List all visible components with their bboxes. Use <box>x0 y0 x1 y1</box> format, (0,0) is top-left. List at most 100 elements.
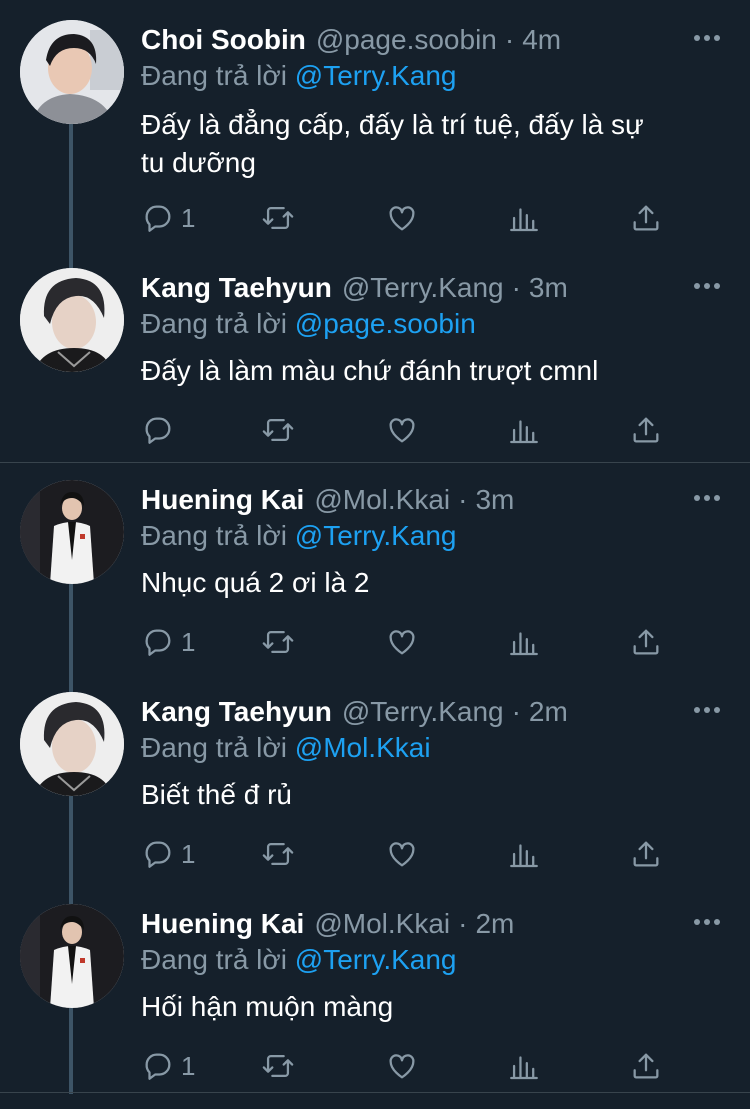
replying-to: Đang trả lời @page.soobin <box>141 308 476 340</box>
separator-dot: · <box>458 484 468 515</box>
avatar[interactable] <box>20 20 124 124</box>
tweet-text: Biết thế đ rủ <box>141 776 721 814</box>
action-bar: 1 <box>141 624 661 660</box>
reply-count: 1 <box>181 626 196 657</box>
avatar[interactable] <box>20 480 124 584</box>
divider <box>0 1092 750 1093</box>
like-button[interactable] <box>385 836 419 872</box>
retweet-button[interactable] <box>261 836 295 872</box>
replying-to-label: Đang trả lời <box>141 308 287 339</box>
avatar-image <box>20 20 124 124</box>
display-name[interactable]: Choi Soobin <box>141 24 306 56</box>
divider <box>0 462 750 463</box>
heart-icon <box>389 418 415 443</box>
replying-to: Đang trả lời @Mol.Kkai <box>141 732 431 764</box>
reply-icon <box>145 841 171 868</box>
share-button[interactable] <box>629 412 663 448</box>
share-button[interactable] <box>629 836 663 872</box>
tweet-text-line: Đấy là làm màu chứ đánh trượt cmnl <box>141 355 599 386</box>
avatar[interactable] <box>20 268 124 372</box>
mention-link[interactable]: @Terry.Kang <box>295 60 457 91</box>
share-button[interactable] <box>629 200 663 236</box>
action-bar: 1 <box>141 1048 661 1084</box>
mention-link[interactable]: @Terry.Kang <box>295 520 457 551</box>
reply-button[interactable] <box>141 412 181 448</box>
timestamp[interactable]: 3m <box>529 272 568 304</box>
thread-line <box>69 1008 73 1094</box>
like-button[interactable] <box>385 200 419 236</box>
retweet-icon <box>262 630 294 654</box>
handle[interactable]: @Terry.Kang <box>342 696 504 728</box>
tweet-text: Đấy là làm màu chứ đánh trượt cmnl <box>141 352 721 390</box>
analytics-button[interactable] <box>507 624 541 660</box>
analytics-icon <box>510 420 538 444</box>
retweet-button[interactable] <box>261 412 295 448</box>
mention-link[interactable]: @Mol.Kkai <box>295 732 431 763</box>
more-options-icon[interactable] <box>694 494 720 502</box>
avatar[interactable] <box>20 692 124 796</box>
more-options-icon[interactable] <box>694 706 720 714</box>
reply-count: 1 <box>181 202 196 233</box>
tweet-text: Hối hận muộn màng <box>141 988 721 1026</box>
timestamp[interactable]: 4m <box>522 24 561 56</box>
reply-button[interactable]: 1 <box>141 624 195 660</box>
display-name[interactable]: Kang Taehyun <box>141 696 332 728</box>
reply-icon <box>145 205 171 232</box>
like-button[interactable] <box>385 624 419 660</box>
avatar[interactable] <box>20 904 124 1008</box>
reply-button[interactable]: 1 <box>141 200 195 236</box>
share-icon <box>633 417 659 443</box>
tweet-text-line: Đấy là đẳng cấp, đấy là trí tuệ, đấy là … <box>141 109 644 140</box>
analytics-icon <box>510 632 538 656</box>
avatar-image <box>20 692 124 796</box>
share-button[interactable] <box>629 624 663 660</box>
reply-icon <box>145 417 171 444</box>
retweet-button[interactable] <box>261 1048 295 1084</box>
like-button[interactable] <box>385 1048 419 1084</box>
analytics-button[interactable] <box>507 412 541 448</box>
more-options-icon[interactable] <box>694 34 720 42</box>
action-bar <box>141 412 661 448</box>
avatar-image <box>20 904 124 1008</box>
handle[interactable]: @Mol.Kkai <box>314 484 450 516</box>
like-button[interactable] <box>385 412 419 448</box>
share-icon <box>633 1053 659 1079</box>
display-name[interactable]: Huening Kai <box>141 908 304 940</box>
display-name[interactable]: Huening Kai <box>141 484 304 516</box>
share-button[interactable] <box>629 1048 663 1084</box>
avatar-image <box>20 480 124 584</box>
analytics-button[interactable] <box>507 836 541 872</box>
reply-icon <box>145 1053 171 1080</box>
separator-dot: · <box>511 696 521 727</box>
retweet-icon <box>262 206 294 230</box>
separator-dot: · <box>458 908 468 939</box>
mention-link[interactable]: @Terry.Kang <box>295 944 457 975</box>
reply-button[interactable]: 1 <box>141 1048 195 1084</box>
thread-line <box>69 796 73 904</box>
analytics-button[interactable] <box>507 200 541 236</box>
tweet-text: Nhục quá 2 ơi là 2 <box>141 564 721 602</box>
handle[interactable]: @Mol.Kkai <box>314 908 450 940</box>
handle[interactable]: @Terry.Kang <box>342 272 504 304</box>
more-options-icon[interactable] <box>694 918 720 926</box>
retweet-button[interactable] <box>261 200 295 236</box>
action-bar: 1 <box>141 836 661 872</box>
more-options-icon[interactable] <box>694 282 720 290</box>
reply-button[interactable]: 1 <box>141 836 195 872</box>
share-icon <box>633 629 659 655</box>
replying-to: Đang trả lời @Terry.Kang <box>141 944 457 976</box>
timestamp[interactable]: 2m <box>529 696 568 728</box>
analytics-icon <box>510 208 538 232</box>
action-bar: 1 <box>141 200 661 236</box>
mention-link[interactable]: @page.soobin <box>295 308 476 339</box>
timestamp[interactable]: 3m <box>475 484 514 516</box>
timestamp[interactable]: 2m <box>475 908 514 940</box>
analytics-icon <box>510 844 538 868</box>
share-icon <box>633 205 659 231</box>
separator-dot: · <box>511 272 521 303</box>
thread-line <box>69 124 73 280</box>
analytics-button[interactable] <box>507 1048 541 1084</box>
display-name[interactable]: Kang Taehyun <box>141 272 332 304</box>
retweet-button[interactable] <box>261 624 295 660</box>
handle[interactable]: @page.soobin <box>316 24 497 56</box>
